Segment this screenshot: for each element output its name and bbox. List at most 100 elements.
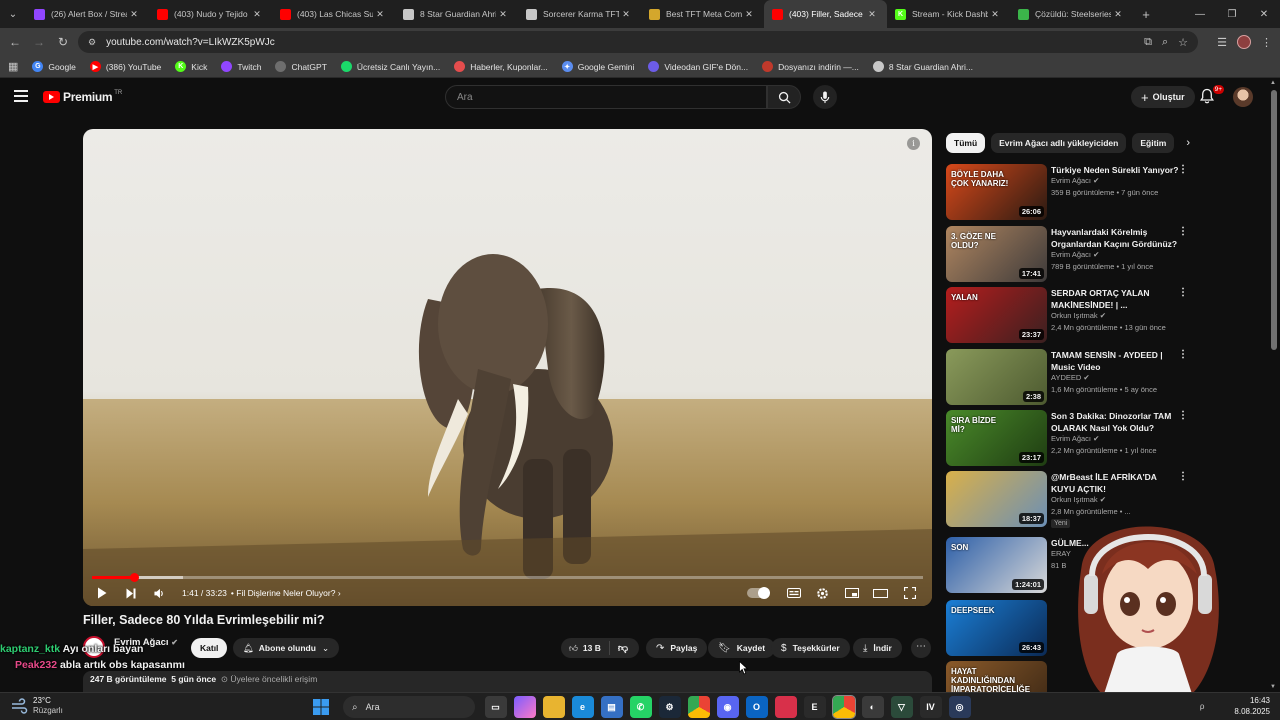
chip-all[interactable]: Tümü [946,133,986,153]
profile-avatar[interactable] [1237,35,1251,49]
browser-tab[interactable]: (403) Las Chicas Super✕ [272,0,395,28]
zoom-icon[interactable]: ⌕ [1162,36,1168,49]
browser-tab[interactable]: Sorcerer Karma TFT ✕ [518,0,641,28]
bookmark-item[interactable]: 8 Star Guardian Ahri... [872,61,973,72]
task-view-icon[interactable]: ▭ [484,696,507,718]
app-gray-icon[interactable]: ◐ [861,696,884,718]
app-red-icon[interactable] [774,696,797,718]
theater-mode-icon[interactable] [866,581,895,605]
scroll-up-icon[interactable]: ▲ [1270,80,1276,86]
video-thumbnail[interactable]: YALAN 23:37 [946,287,1047,343]
app-green-icon[interactable]: ▽ [890,696,913,718]
download-button[interactable]: ⤓ İndir [853,638,902,658]
settings-gear-icon[interactable] [808,581,837,605]
more-options-icon[interactable]: ⋮ [1178,349,1188,360]
discord-icon[interactable]: ◉ [716,696,739,718]
chip-uploader[interactable]: Evrim Ağacı adlı yükleyiciden [991,133,1127,153]
search-button[interactable] [767,85,801,109]
steam-icon[interactable]: ⚙ [658,696,681,718]
chapter-title[interactable]: • Fil Dişlerine Neler Oluyor? › [231,588,341,598]
close-window-icon[interactable]: ✕ [1248,0,1280,28]
tab-close-icon[interactable]: ✕ [250,9,264,20]
bookmark-item[interactable]: ▶ (386) YouTube [89,61,161,72]
back-icon[interactable]: ← [3,30,27,54]
bookmark-item[interactable]: Haberler, Kuponlar... [454,61,548,72]
maximize-icon[interactable]: ❐ [1216,0,1248,28]
next-video-icon[interactable] [116,581,145,605]
epic-games-icon[interactable]: E [803,696,826,718]
forward-icon[interactable]: → [27,30,51,54]
weather-widget[interactable]: 23°C Rüzgarlı [10,696,63,716]
thanks-button[interactable]: $ Teşekkürler [771,638,850,658]
more-options-icon[interactable]: ⋮ [1178,164,1188,175]
minimize-icon[interactable]: — [1184,0,1216,28]
tab-close-icon[interactable]: ✕ [1111,9,1125,20]
tab-close-icon[interactable]: ✕ [742,9,756,20]
tab-close-icon[interactable]: ✕ [619,9,633,20]
video-thumbnail[interactable]: 3. GÖZE NE OLDU? 17:41 [946,226,1047,282]
save-button[interactable]: 🔖︎ Kaydet [708,638,776,658]
more-actions-icon[interactable]: ⋯ [911,638,931,658]
volume-icon[interactable] [145,581,174,605]
store-icon[interactable]: ▤ [600,696,623,718]
tab-close-icon[interactable]: ✕ [373,9,387,20]
recommended-video[interactable]: 2:38 TAMAM SENSİN - AYDEED | Music Video A… [946,349,1191,405]
tray-overflow-icon[interactable]: ρ [1200,702,1205,711]
video-thumbnail[interactable]: SIRA BİZDE Mİ? 23:17 [946,410,1047,466]
browser-menu-icon[interactable]: ⋮ [1261,36,1272,49]
description-box[interactable]: 247 B görüntüleme 5 gün önce ⊙ Üyelere ö… [83,671,932,693]
more-options-icon[interactable]: ⋮ [1178,287,1188,298]
more-options-icon[interactable]: ⋮ [1178,410,1188,421]
site-info-icon[interactable]: ⚙ [88,37,96,48]
address-bar[interactable]: ⚙ youtube.com/watch?v=LIkWZK5pWJc [78,31,1198,53]
menu-icon[interactable] [14,90,28,102]
miniplayer-icon[interactable] [837,581,866,605]
bookmark-star-icon[interactable]: ☆ [1178,36,1188,49]
notifications-button[interactable]: 9+ [1200,85,1224,106]
taskbar-search[interactable]: ⌕ Ara [343,696,475,718]
browser-tab[interactable]: K Stream - Kick Dashboard✕ [887,0,1010,28]
new-tab-button[interactable]: + [1133,7,1159,22]
share-button[interactable]: ↷ Paylaş [646,638,708,658]
install-app-icon[interactable]: ⧉ [1144,36,1152,49]
browser-tab[interactable]: (403) Filler, Sadece 80✕ [764,0,887,28]
create-button[interactable]: + Oluştur [1131,86,1195,108]
windows-start-icon[interactable] [310,696,332,718]
progress-bar[interactable] [92,573,923,582]
reload-icon[interactable]: ↻ [51,30,75,54]
voice-search-button[interactable] [813,85,837,109]
obs-icon[interactable]: ◎ [948,696,971,718]
play-icon[interactable] [87,581,116,605]
browser-tab[interactable]: Best TFT Meta Comps✕ [641,0,764,28]
video-player[interactable]: i 1:41 / 33:23 • Fil Dişlerine Neler Olu… [83,129,932,606]
whatsapp-icon[interactable]: ✆ [629,696,652,718]
join-button[interactable]: Katıl [191,638,228,658]
video-thumbnail[interactable]: 2:38 [946,349,1047,405]
video-thumbnail[interactable]: BÖYLE DAHA ÇOK YANARIZ! 26:06 [946,164,1047,220]
edge-icon[interactable]: e [571,696,594,718]
tab-close-icon[interactable]: ✕ [988,9,1002,20]
bookmark-item[interactable]: Dosyanızı indirin —... [762,61,859,72]
subtitles-icon[interactable] [779,581,808,605]
reading-list-icon[interactable]: ☰ [1217,36,1227,49]
bookmark-item[interactable]: ✦ Google Gemini [561,61,634,72]
copilot-icon[interactable] [513,696,536,718]
chevron-right-icon[interactable]: › [1186,137,1190,149]
browser-tab[interactable]: 8 Star Guardian Ahri ✕ [395,0,518,28]
more-options-icon[interactable]: ⋮ [1178,226,1188,237]
scroll-down-icon[interactable]: ▼ [1270,684,1276,690]
recommended-video[interactable]: 3. GÖZE NE OLDU? 17:41 Hayvanlardaki Körel… [946,226,1191,282]
bookmark-item[interactable]: Twitch [221,61,261,72]
video-thumbnail[interactable]: DEEPSEEK 26:43 [946,600,1047,656]
browser-tab[interactable]: (403) Nudo y Tejido ✕ [149,0,272,28]
bookmark-item[interactable]: Ücretsiz Canlı Yayın... [340,61,440,72]
subscribed-button[interactable]: 🔔︎ Abone olundu ⌄ [233,638,340,658]
more-options-icon[interactable]: ⋮ [1178,471,1188,482]
account-avatar[interactable] [1233,87,1253,107]
youtube-logo[interactable]: Premium TR [43,90,122,104]
tab-search-icon[interactable]: ⌄ [0,0,26,28]
scrollbar-thumb[interactable] [1271,90,1277,350]
page-scrollbar[interactable]: ▲ ▼ [1268,78,1280,692]
browser-tab[interactable]: (26) Alert Box / Stream✕ [26,0,149,28]
apps-grid-icon[interactable]: ▦ [8,60,18,73]
